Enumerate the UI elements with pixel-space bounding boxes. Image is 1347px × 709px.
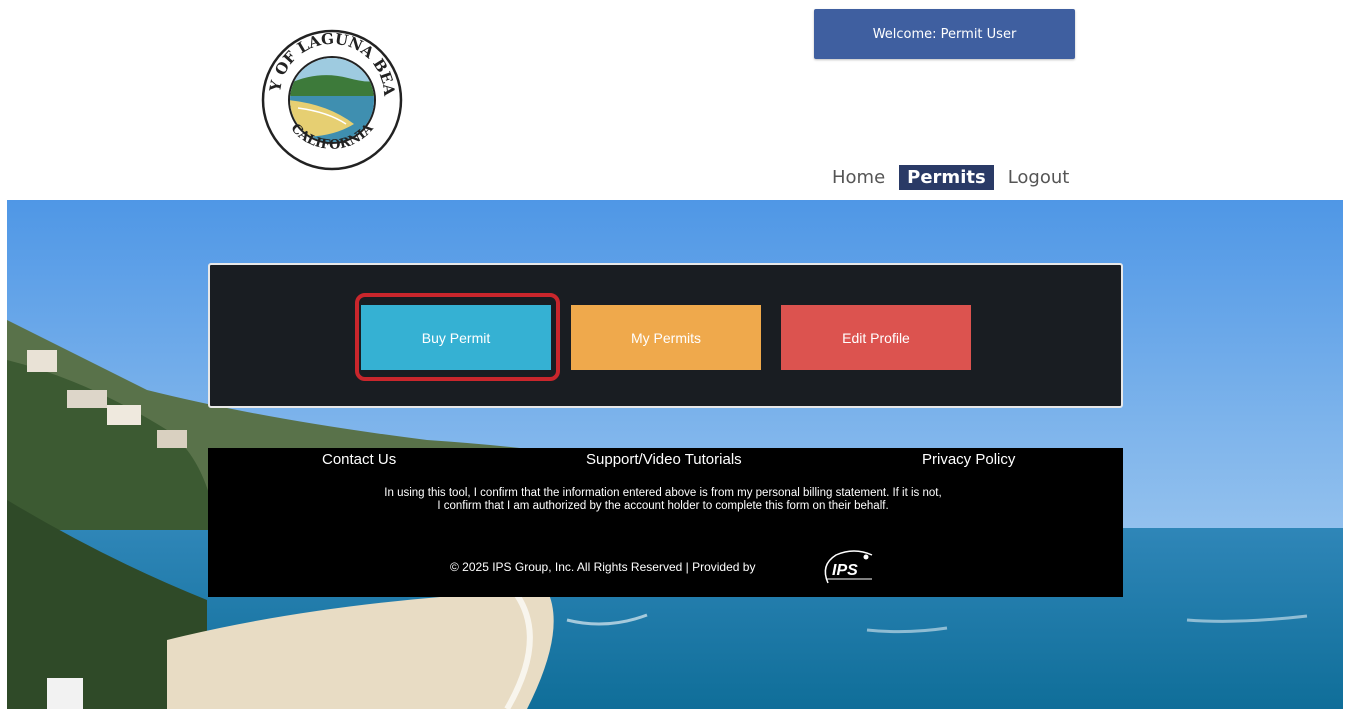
main-nav: Home Permits Logout (828, 165, 1073, 190)
support-tutorials-link[interactable]: Support/Video Tutorials (586, 451, 742, 468)
nav-permits[interactable]: Permits (899, 165, 994, 190)
nav-logout[interactable]: Logout (1004, 165, 1074, 190)
disclaimer-text: In using this tool, I confirm that the i… (384, 487, 942, 512)
welcome-banner: Welcome: Permit User (814, 9, 1075, 59)
action-panel: Buy Permit My Permits Edit Profile (208, 263, 1123, 408)
my-permits-button[interactable]: My Permits (571, 305, 761, 370)
buy-permit-button[interactable]: Buy Permit (361, 305, 551, 370)
nav-home[interactable]: Home (828, 165, 889, 190)
contact-us-link[interactable]: Contact Us (322, 451, 396, 468)
footer: Contact Us Support/Video Tutorials Priva… (208, 448, 1123, 597)
ips-logo-text: IPS (832, 562, 858, 579)
copyright-text: © 2025 IPS Group, Inc. All Rights Reserv… (450, 560, 756, 574)
city-seal-logo: CITY OF LAGUNA BEACH CALIFORNIA (251, 0, 404, 174)
ips-group-logo[interactable]: IPS (814, 545, 880, 591)
edit-profile-button[interactable]: Edit Profile (781, 305, 971, 370)
privacy-policy-link[interactable]: Privacy Policy (922, 451, 1015, 468)
